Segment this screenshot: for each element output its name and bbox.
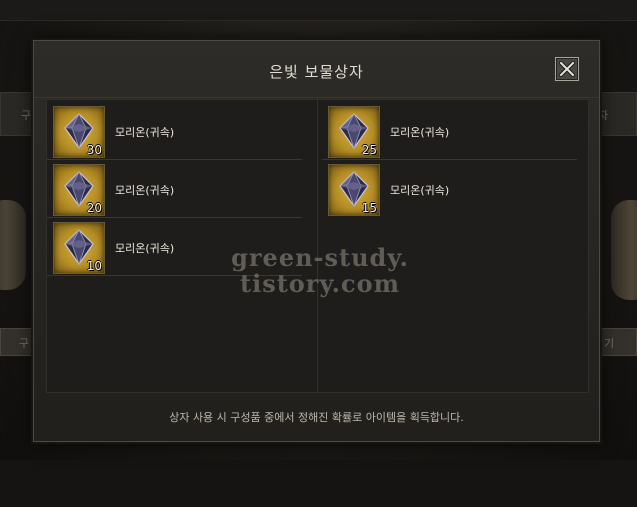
item-name: 모리온(귀속) <box>390 184 450 197</box>
list-item[interactable]: 25 모리온(귀속) <box>322 102 582 160</box>
background-strip-left-text: 구 <box>19 337 30 350</box>
watermark-line-2: tistory.com <box>239 269 400 298</box>
item-quantity: 10 <box>86 259 102 273</box>
item-slot[interactable]: 10 <box>53 222 105 274</box>
watermark: green-study. tistory.com <box>150 245 490 297</box>
item-quantity: 30 <box>86 143 102 157</box>
background-drum-left <box>0 200 26 290</box>
item-name: 모리온(귀속) <box>115 126 175 139</box>
item-slot[interactable]: 15 <box>328 164 380 216</box>
item-name: 모리온(귀속) <box>390 126 450 139</box>
dialog-title: 은빛 보물상자 <box>269 63 364 81</box>
background-bottom-bar <box>0 460 637 507</box>
dialog-footer: 상자 사용 시 구성품 중에서 정해진 확률로 아이템을 획득합니다. <box>34 393 599 441</box>
background-top-bar <box>0 0 637 21</box>
item-quantity: 20 <box>86 201 102 215</box>
treasure-box-dialog: 은빛 보물상자 30 모리온(귀속) 20 모리온(귀속) 10 모리온(귀속)… <box>33 40 600 442</box>
list-item[interactable]: 20 모리온(귀속) <box>47 160 307 218</box>
item-slot[interactable]: 20 <box>53 164 105 216</box>
list-item[interactable]: 15 모리온(귀속) <box>322 160 582 218</box>
background-strip-right-text: 기 <box>604 337 615 350</box>
item-name: 모리온(귀속) <box>115 184 175 197</box>
probability-notice: 상자 사용 시 구성품 중에서 정해진 확률로 아이템을 획득합니다. <box>169 411 464 424</box>
item-slot[interactable]: 30 <box>53 106 105 158</box>
background-strip-right: 기 <box>599 328 637 356</box>
item-quantity: 15 <box>361 201 377 215</box>
dialog-title-bar: 은빛 보물상자 <box>34 41 599 98</box>
background-header-right: 자 <box>595 92 637 136</box>
item-slot[interactable]: 25 <box>328 106 380 158</box>
list-item[interactable]: 30 모리온(귀속) <box>47 102 307 160</box>
item-quantity: 25 <box>361 143 377 157</box>
close-button[interactable] <box>555 57 579 81</box>
background-header-left-text: 구 <box>21 109 32 122</box>
background-drum-right <box>611 200 637 300</box>
close-icon <box>559 61 575 77</box>
watermark-line-1: green-study. <box>231 243 409 272</box>
